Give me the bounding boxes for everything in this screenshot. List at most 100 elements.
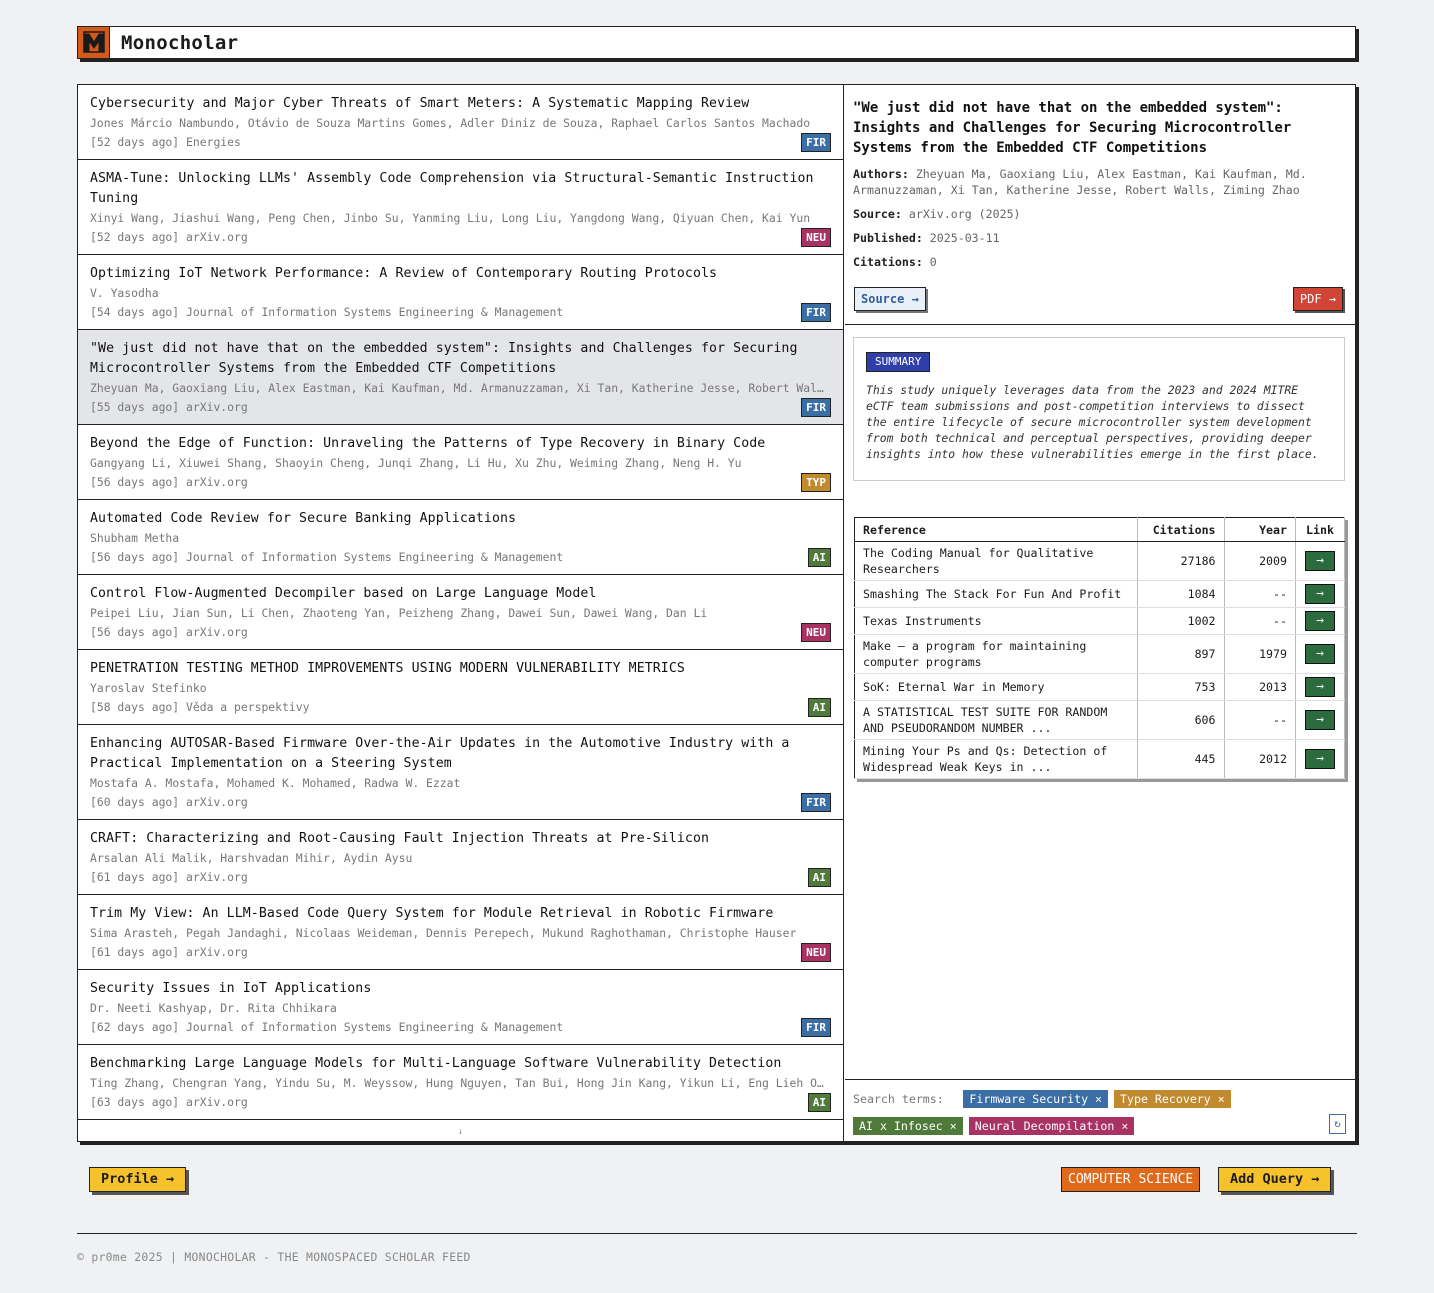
- col-year: Year: [1224, 517, 1296, 542]
- paper-authors: Xinyi Wang, Jiashui Wang, Peng Chen, Jin…: [90, 211, 811, 225]
- paper-title: ASMA-Tune: Unlocking LLMs' Assembly Code…: [90, 171, 814, 206]
- topic-tag[interactable]: NEU: [801, 228, 831, 247]
- published-label: Published:: [853, 231, 923, 245]
- add-query-button[interactable]: Add Query →: [1218, 1167, 1332, 1192]
- open-reference-button[interactable]: →: [1304, 710, 1335, 730]
- topic-tag[interactable]: AI: [807, 868, 831, 887]
- feed-item[interactable]: Enhancing AUTOSAR-Based Firmware Over-th…: [78, 725, 843, 820]
- scroll-more-icon[interactable]: ↓: [78, 1120, 843, 1143]
- open-reference-button[interactable]: →: [1304, 644, 1335, 664]
- paper-title: "We just did not have that on the embedd…: [90, 341, 798, 376]
- topic-tag[interactable]: FIR: [801, 303, 831, 322]
- paper-title: Cybersecurity and Major Cyber Threats of…: [90, 96, 750, 111]
- feed-item[interactable]: Cybersecurity and Major Cyber Threats of…: [78, 85, 843, 160]
- topic-tag[interactable]: TYP: [801, 473, 831, 492]
- paper-title: CRAFT: Characterizing and Root-Causing F…: [90, 831, 710, 846]
- topic-tag[interactable]: FIR: [801, 398, 831, 417]
- paper-meta: [56 days ago] arXiv.org: [90, 625, 248, 639]
- paper-detail: "We just did not have that on the embedd…: [845, 85, 1356, 1143]
- app-header: Monocholar: [77, 25, 1356, 59]
- feed-item[interactable]: Trim My View: An LLM-Based Code Query Sy…: [78, 895, 843, 970]
- logo-icon[interactable]: [77, 25, 110, 59]
- open-reference-button[interactable]: →: [1304, 584, 1335, 604]
- paper-meta: [61 days ago] arXiv.org: [90, 945, 248, 959]
- detail-source: Source: arXiv.org (2025): [853, 206, 1348, 222]
- topic-tag[interactable]: FIR: [801, 1018, 831, 1037]
- paper-authors: Gangyang Li, Xiuwei Shang, Shaoyin Cheng…: [90, 456, 742, 470]
- paper-meta: [63 days ago] arXiv.org: [90, 1095, 248, 1109]
- paper-title: Beyond the Edge of Function: Unraveling …: [90, 436, 766, 451]
- topic-tag[interactable]: AI: [807, 1093, 831, 1112]
- topic-tag[interactable]: FIR: [801, 793, 831, 812]
- open-reference-button[interactable]: →: [1304, 749, 1335, 769]
- feed-item[interactable]: Control Flow-Augmented Decompiler based …: [78, 575, 843, 650]
- paper-authors: Mostafa A. Mostafa, Mohamed K. Mohamed, …: [90, 776, 461, 790]
- reference-row: The Coding Manual for Qualitative Resear…: [854, 541, 1346, 581]
- summary-label: SUMMARY: [866, 352, 931, 372]
- search-term-chip[interactable]: Neural Decompilation ×: [968, 1117, 1135, 1135]
- reference-link-cell: →: [1295, 541, 1346, 581]
- footer-divider: [77, 1233, 1357, 1234]
- topic-tag[interactable]: AI: [807, 548, 831, 567]
- open-reference-button[interactable]: →: [1304, 551, 1335, 571]
- category-button[interactable]: COMPUTER SCIENCE: [1061, 1167, 1201, 1192]
- refresh-icon[interactable]: ↻: [1329, 1114, 1346, 1134]
- paper-meta: [56 days ago] arXiv.org: [90, 475, 248, 489]
- source-button[interactable]: Source →: [854, 287, 926, 311]
- feed-item[interactable]: Benchmarking Large Language Models for M…: [78, 1045, 843, 1120]
- reference-citations: 753: [1137, 673, 1225, 701]
- source-value: arXiv.org (2025): [908, 207, 1021, 221]
- search-terms-label: Search terms:: [853, 1092, 944, 1106]
- feed-item[interactable]: Beyond the Edge of Function: Unraveling …: [78, 425, 843, 500]
- detail-header: "We just did not have that on the embedd…: [845, 85, 1356, 325]
- reference-year: 1979: [1224, 634, 1296, 674]
- search-term-chip[interactable]: Type Recovery ×: [1114, 1090, 1231, 1108]
- reference-citations: 606: [1137, 700, 1225, 740]
- paper-authors: Arsalan Ali Malik, Harshvadan Mihir, Ayd…: [90, 851, 413, 865]
- paper-authors: Zheyuan Ma, Gaoxiang Liu, Alex Eastman, …: [90, 381, 826, 395]
- references-header-row: Reference Citations Year Link: [854, 517, 1346, 542]
- footer-text: © pr0me 2025 | MONOCHOLAR - THE MONOSPAC…: [77, 1250, 471, 1264]
- open-reference-button[interactable]: →: [1304, 677, 1335, 697]
- reference-year: 2012: [1224, 739, 1296, 779]
- topic-tag[interactable]: NEU: [801, 623, 831, 642]
- feed-item[interactable]: Security Issues in IoT Applications Dr. N…: [78, 970, 843, 1045]
- feed-item[interactable]: ASMA-Tune: Unlocking LLMs' Assembly Code…: [78, 160, 843, 255]
- open-reference-button[interactable]: →: [1304, 611, 1335, 631]
- source-label: Source:: [853, 207, 902, 221]
- col-citations: Citations: [1137, 517, 1225, 542]
- paper-meta: [52 days ago] Energies: [90, 135, 241, 149]
- reference-link-cell: →: [1295, 580, 1346, 608]
- topic-tag[interactable]: AI: [807, 698, 831, 717]
- feed-item[interactable]: CRAFT: Characterizing and Root-Causing F…: [78, 820, 843, 895]
- topic-tag[interactable]: NEU: [801, 943, 831, 962]
- paper-title: Security Issues in IoT Applications: [90, 981, 372, 996]
- paper-meta: [54 days ago] Journal of Information Sys…: [90, 305, 564, 319]
- topic-tag[interactable]: FIR: [801, 133, 831, 152]
- feed-item[interactable]: "We just did not have that on the embedd…: [78, 330, 843, 425]
- paper-title: Benchmarking Large Language Models for M…: [90, 1056, 782, 1071]
- authors-value: Zheyuan Ma, Gaoxiang Liu, Alex Eastman, …: [853, 167, 1307, 197]
- paper-meta: [60 days ago] arXiv.org: [90, 795, 248, 809]
- reference-row: SoK: Eternal War in Memory 753 2013 →: [854, 673, 1346, 701]
- paper-feed: Cybersecurity and Major Cyber Threats of…: [78, 85, 844, 1143]
- pdf-button[interactable]: PDF →: [1292, 287, 1343, 311]
- paper-title: Control Flow-Augmented Decompiler based …: [90, 586, 597, 601]
- feed-item[interactable]: PENETRATION TESTING METHOD IMPROVEMENTS …: [78, 650, 843, 725]
- app-title: Monocholar: [121, 31, 239, 54]
- paper-authors: V. Yasodha: [90, 286, 159, 300]
- authors-label: Authors:: [853, 167, 909, 181]
- summary-text: This study uniquely leverages data from …: [866, 383, 1319, 461]
- paper-title: Trim My View: An LLM-Based Code Query Sy…: [90, 906, 774, 921]
- profile-button[interactable]: Profile →: [89, 1167, 187, 1192]
- feed-item[interactable]: Automated Code Review for Secure Banking…: [78, 500, 843, 575]
- citations-value: 0: [929, 255, 937, 269]
- feed-item[interactable]: Optimizing IoT Network Performance: A Re…: [78, 255, 843, 330]
- search-term-chip[interactable]: AI x Infosec ×: [853, 1117, 963, 1135]
- search-term-chip[interactable]: Firmware Security ×: [963, 1090, 1109, 1108]
- published-value: 2025-03-11: [929, 231, 1000, 245]
- reference-year: --: [1224, 607, 1296, 635]
- paper-authors: Sima Arasteh, Pegah Jandaghi, Nicolaas W…: [90, 926, 797, 940]
- reference-link-cell: →: [1295, 634, 1346, 674]
- detail-published: Published: 2025-03-11: [853, 230, 1348, 246]
